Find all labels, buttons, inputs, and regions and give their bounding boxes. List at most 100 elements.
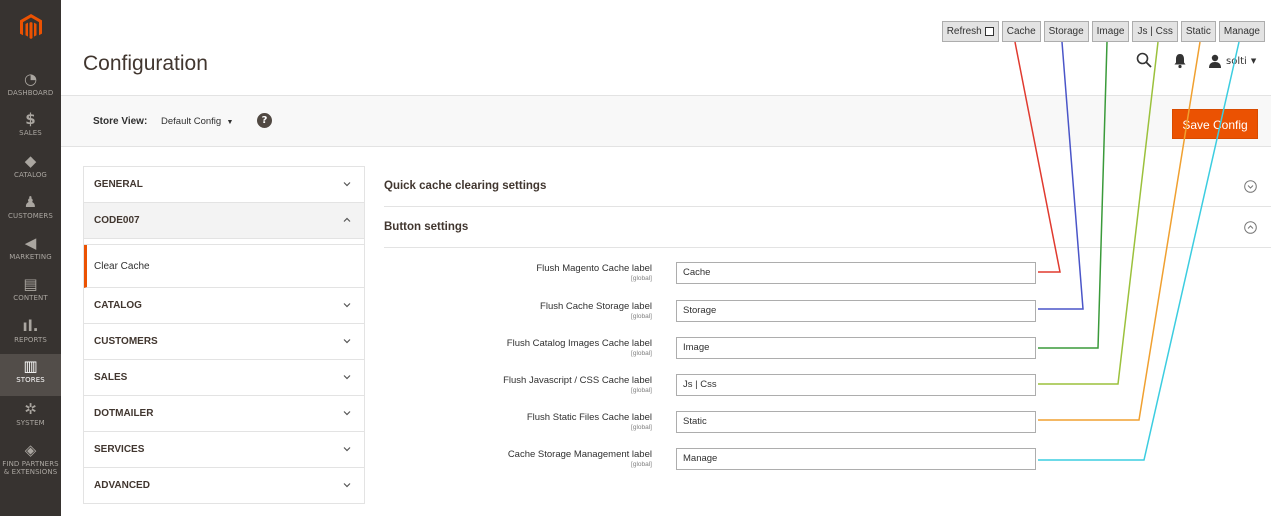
tab-label: SALES: [94, 372, 128, 383]
chevron-down-icon: [343, 375, 351, 380]
tab-label: GENERAL: [94, 179, 143, 190]
dollar-icon: $: [25, 110, 36, 128]
store-icon: ▥: [23, 357, 38, 375]
bell-icon[interactable]: [1173, 53, 1187, 69]
tab-sales[interactable]: SALES: [84, 360, 364, 396]
tab-services[interactable]: SERVICES: [84, 432, 364, 468]
store-view-select[interactable]: Default Config ▼: [161, 116, 233, 127]
refresh-checkbox[interactable]: [984, 27, 994, 36]
tab-label: CATALOG: [94, 300, 142, 311]
nav-label: MARKETING: [9, 253, 52, 261]
tab-label: CUSTOMERS: [94, 336, 158, 347]
cube-icon: ◆: [24, 152, 37, 170]
section-button-settings[interactable]: Button settings: [384, 208, 1271, 248]
quick-cache-toolbar: Refresh Cache Storage Image Js | Css Sta…: [941, 21, 1265, 42]
nav-reports[interactable]: ıl. REPORTS: [0, 316, 61, 356]
person-icon: ♟: [23, 193, 38, 211]
tab-label: SERVICES: [94, 444, 145, 455]
tab-label: DOTMAILER: [94, 408, 154, 419]
flush-js-css-input[interactable]: Js | Css: [676, 374, 1036, 396]
field-scope: [global]: [631, 350, 652, 357]
chevron-down-icon: [343, 447, 351, 452]
dashboard-icon: ◔: [23, 70, 38, 88]
help-icon[interactable]: ?: [257, 113, 272, 128]
chevron-down-icon: [343, 483, 351, 488]
field-scope: [global]: [631, 461, 652, 468]
nav-dashboard[interactable]: ◔ DASHBOARD: [0, 69, 61, 109]
field-scope: [global]: [631, 313, 652, 320]
admin-sidebar: ◔ DASHBOARD $ SALES ◆ CATALOG ♟ CUSTOMER…: [0, 0, 61, 516]
nav-catalog[interactable]: ◆ CATALOG: [0, 151, 61, 191]
nav-label: DASHBOARD: [7, 89, 54, 97]
field-scope: [global]: [631, 424, 652, 431]
field-label: Flush Javascript / CSS Cache label: [503, 375, 652, 386]
tab-label: CODE007: [94, 215, 140, 226]
nav-sales[interactable]: $ SALES: [0, 109, 61, 149]
partners-icon: ◈: [24, 441, 37, 459]
nav-customers[interactable]: ♟ CUSTOMERS: [0, 192, 61, 232]
flush-static-files-input[interactable]: Static: [676, 411, 1036, 433]
content-icon: ▤: [23, 275, 38, 293]
field-scope: [global]: [631, 387, 652, 394]
nav-system[interactable]: ✲ SYSTEM: [0, 399, 61, 439]
field-label: Flush Magento Cache label: [536, 263, 652, 274]
field-scope: [global]: [631, 275, 652, 282]
tab-dotmailer[interactable]: DOTMAILER: [84, 396, 364, 432]
chevron-down-icon: ▼: [1250, 57, 1257, 65]
nav-label: CUSTOMERS: [8, 212, 53, 220]
flush-catalog-images-input[interactable]: Image: [676, 337, 1036, 359]
field-label: Flush Cache Storage label: [540, 301, 652, 312]
nav-content[interactable]: ▤ CONTENT: [0, 274, 61, 314]
section-quick-cache[interactable]: Quick cache clearing settings: [384, 167, 1271, 207]
section-title: Button settings: [384, 221, 469, 233]
flush-cache-storage-input[interactable]: Storage: [676, 300, 1036, 322]
expand-icon: [1244, 180, 1257, 193]
store-view-bar: Store View: Default Config ▼ ? Save Conf…: [61, 95, 1271, 147]
field-cache-storage-management: Cache Storage Management label [global] …: [384, 448, 1084, 474]
tab-general[interactable]: GENERAL: [84, 167, 364, 203]
field-flush-cache-storage: Flush Cache Storage label [global] Stora…: [384, 300, 1084, 326]
magento-logo-icon[interactable]: [0, 0, 61, 54]
image-button[interactable]: Image: [1091, 21, 1130, 42]
tab-advanced[interactable]: ADVANCED: [84, 468, 364, 504]
static-button[interactable]: Static: [1180, 21, 1216, 42]
user-name: solti: [1226, 55, 1247, 67]
jscss-button[interactable]: Js | Css: [1132, 21, 1178, 42]
storage-button[interactable]: Storage: [1043, 21, 1089, 42]
flush-magento-cache-input[interactable]: Cache: [676, 262, 1036, 284]
megaphone-icon: ◀: [24, 234, 37, 252]
chevron-down-icon: [343, 182, 351, 187]
user-icon: [1209, 54, 1221, 68]
chevron-down-icon: [343, 339, 351, 344]
nav-stores[interactable]: ▥ STORES: [0, 354, 61, 396]
refresh-button[interactable]: Refresh: [941, 21, 999, 42]
tab-item-label: Clear Cache: [94, 261, 150, 272]
field-label: Cache Storage Management label: [507, 449, 652, 460]
nav-label: SYSTEM: [16, 419, 45, 427]
tab-code007[interactable]: CODE007: [84, 203, 364, 239]
chevron-up-icon: [343, 217, 351, 222]
nav-marketing[interactable]: ◀ MARKETING: [0, 233, 61, 273]
tab-item-clear-cache[interactable]: Clear Cache: [84, 245, 364, 288]
save-config-button[interactable]: Save Config: [1172, 109, 1258, 139]
page-title: Configuration: [83, 52, 208, 75]
manage-button[interactable]: Manage: [1218, 21, 1265, 42]
config-tabs: GENERAL CODE007 Clear Cache CATALOG CUST…: [83, 166, 365, 504]
field-flush-catalog-images: Flush Catalog Images Cache label [global…: [384, 337, 1084, 363]
user-menu[interactable]: solti ▼: [1208, 53, 1256, 69]
nav-find-partners[interactable]: ◈ FIND PARTNERS & EXTENSIONS: [0, 440, 61, 484]
cache-storage-management-input[interactable]: Manage: [676, 448, 1036, 470]
tab-catalog[interactable]: CATALOG: [84, 288, 364, 324]
nav-label: REPORTS: [14, 336, 47, 344]
nav-label: FIND PARTNERS: [2, 460, 59, 468]
nav-label: SALES: [19, 129, 42, 137]
chevron-down-icon: [343, 303, 351, 308]
search-icon[interactable]: [1136, 52, 1152, 68]
cache-button[interactable]: Cache: [1001, 21, 1041, 42]
refresh-label: Refresh: [946, 26, 982, 37]
field-flush-magento-cache: Flush Magento Cache label [global] Cache: [384, 262, 1084, 288]
field-label: Flush Static Files Cache label: [526, 412, 652, 423]
nav-label: STORES: [16, 376, 45, 384]
store-view-value: Default Config: [161, 116, 222, 127]
tab-customers[interactable]: CUSTOMERS: [84, 324, 364, 360]
